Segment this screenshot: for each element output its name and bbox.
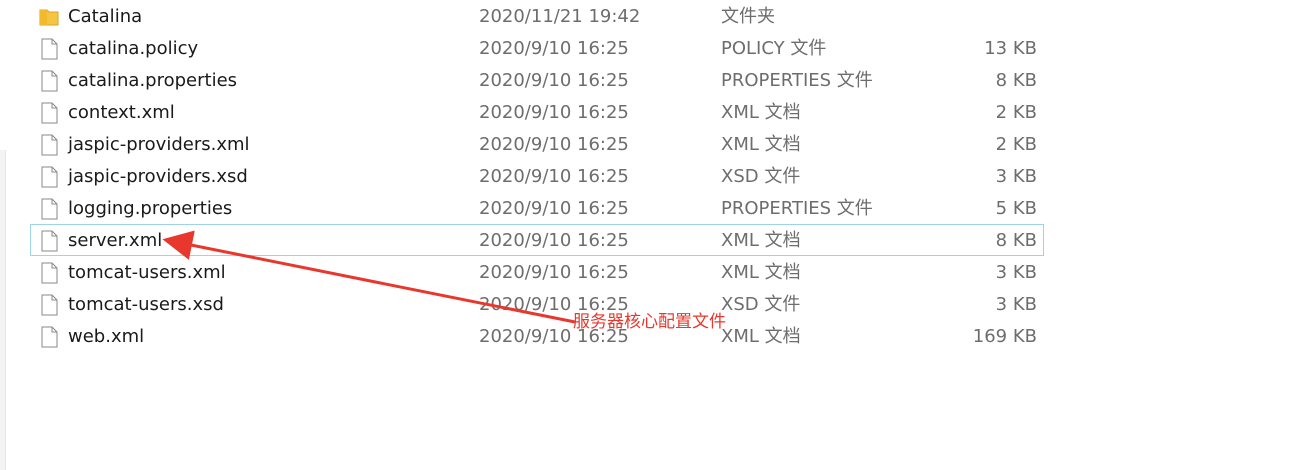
file-type: 文件夹: [721, 6, 775, 27]
file-icon: [39, 326, 59, 348]
file-size: 3 KB: [995, 262, 1037, 283]
file-icon: [39, 166, 59, 188]
file-size: 8 KB: [995, 230, 1037, 251]
file-row[interactable]: tomcat-users.xsd 2020/9/10 16:25 XSD 文件 3 K…: [30, 288, 1044, 320]
file-date-modified: 2020/9/10 16:25: [479, 230, 629, 251]
file-size: 3 KB: [995, 166, 1037, 187]
file-type: XML 文档: [721, 134, 801, 155]
file-size: 2 KB: [995, 102, 1037, 123]
file-explorer-pane: Catalina 2020/11/21 19:42 文件夹 catalina.poli…: [0, 0, 1308, 470]
file-size: 3 KB: [995, 294, 1037, 315]
file-row[interactable]: tomcat-users.xml 2020/9/10 16:25 XML 文档 3 K…: [30, 256, 1044, 288]
file-icon: [39, 262, 59, 284]
file-date-modified: 2020/11/21 19:42: [479, 6, 641, 27]
file-size: 8 KB: [995, 70, 1037, 91]
file-name: Catalina: [68, 6, 143, 27]
file-size: 169 KB: [972, 326, 1037, 347]
file-icon: [39, 198, 59, 220]
file-date-modified: 2020/9/10 16:25: [479, 134, 629, 155]
file-type: PROPERTIES 文件: [721, 70, 873, 91]
file-size: 13 KB: [984, 38, 1037, 59]
file-date-modified: 2020/9/10 16:25: [479, 102, 629, 123]
file-icon: [39, 134, 59, 156]
file-date-modified: 2020/9/10 16:25: [479, 262, 629, 283]
file-type: XSD 文件: [721, 166, 801, 187]
left-pane-edge[interactable]: [0, 150, 6, 470]
file-row[interactable]: logging.properties 2020/9/10 16:25 PROPERT…: [30, 192, 1044, 224]
file-date-modified: 2020/9/10 16:25: [479, 198, 629, 219]
file-type: XML 文档: [721, 230, 801, 251]
file-icon: [39, 102, 59, 124]
file-name: context.xml: [68, 102, 175, 123]
file-icon: [39, 230, 59, 252]
file-name: web.xml: [68, 326, 145, 347]
file-icon: [39, 38, 59, 60]
file-name: catalina.policy: [68, 38, 199, 59]
file-type: XML 文档: [721, 102, 801, 123]
file-type: POLICY 文件: [721, 38, 827, 59]
file-name: jaspic-providers.xml: [68, 134, 250, 155]
annotation-label: 服务器核心配置文件: [573, 312, 726, 332]
file-row[interactable]: catalina.properties 2020/9/10 16:25 PROPER…: [30, 64, 1044, 96]
file-row[interactable]: jaspic-providers.xsd 2020/9/10 16:25 XSD 文…: [30, 160, 1044, 192]
file-icon: [39, 70, 59, 92]
file-type: XML 文档: [721, 262, 801, 283]
file-name: tomcat-users.xsd: [68, 294, 224, 315]
file-row[interactable]: catalina.policy 2020/9/10 16:25 POLICY 文件 1…: [30, 32, 1044, 64]
file-name: logging.properties: [68, 198, 233, 219]
file-row[interactable]: context.xml 2020/9/10 16:25 XML 文档 2 KB: [30, 96, 1044, 128]
file-type: XSD 文件: [721, 294, 801, 315]
file-row[interactable]: web.xml 2020/9/10 16:25 XML 文档 169 KB: [30, 320, 1044, 352]
file-name: catalina.properties: [68, 70, 238, 91]
file-name: server.xml: [68, 230, 163, 251]
file-row[interactable]: server.xml 2020/9/10 16:25 XML 文档 8 KB: [30, 224, 1044, 256]
folder-icon: [39, 6, 59, 28]
file-date-modified: 2020/9/10 16:25: [479, 38, 629, 59]
file-date-modified: 2020/9/10 16:25: [479, 70, 629, 91]
file-date-modified: 2020/9/10 16:25: [479, 166, 629, 187]
file-name: tomcat-users.xml: [68, 262, 226, 283]
file-size: 5 KB: [995, 198, 1037, 219]
file-name: jaspic-providers.xsd: [68, 166, 248, 187]
file-row[interactable]: Catalina 2020/11/21 19:42 文件夹: [30, 0, 1044, 32]
file-icon: [39, 294, 59, 316]
file-size: 2 KB: [995, 134, 1037, 155]
file-list: Catalina 2020/11/21 19:42 文件夹 catalina.poli…: [30, 0, 1044, 352]
file-row[interactable]: jaspic-providers.xml 2020/9/10 16:25 XML 文…: [30, 128, 1044, 160]
file-type: XML 文档: [721, 326, 801, 347]
file-type: PROPERTIES 文件: [721, 198, 873, 219]
